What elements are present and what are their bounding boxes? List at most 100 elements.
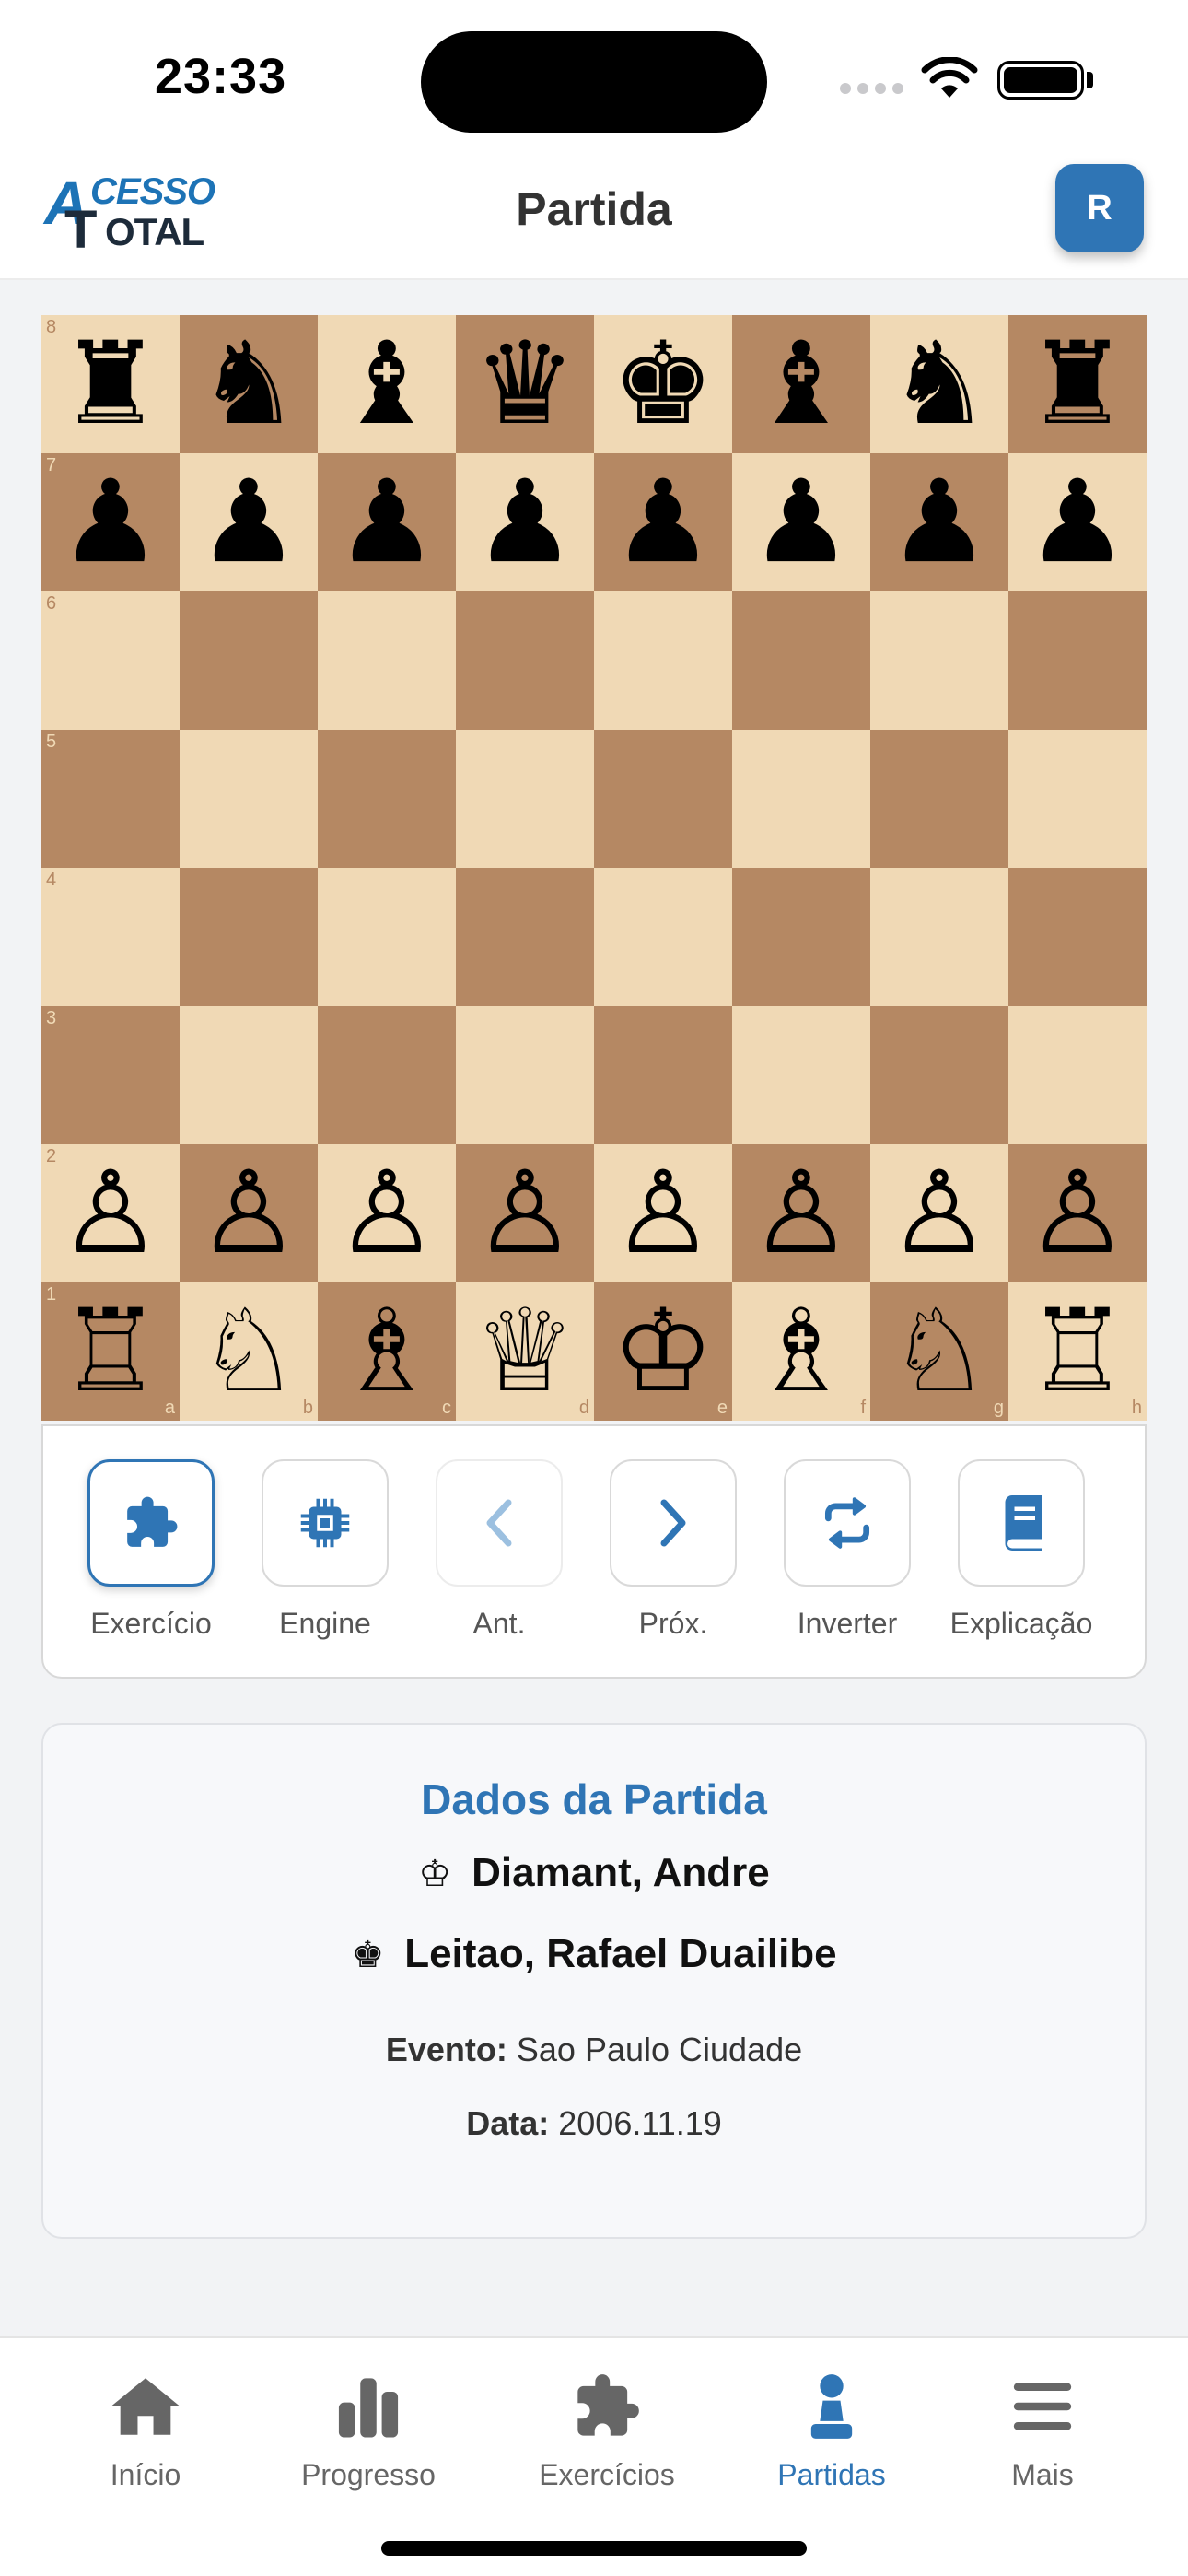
tab-more[interactable]: Mais (932, 2360, 1153, 2492)
square-h4[interactable] (1008, 868, 1147, 1006)
explanation-button[interactable] (958, 1459, 1085, 1587)
square-g3[interactable] (870, 1006, 1008, 1144)
chess-piece[interactable]: ♙ (888, 1156, 990, 1270)
square-f7[interactable]: ♟ (732, 453, 870, 591)
square-g8[interactable]: ♞ (870, 315, 1008, 453)
square-a3[interactable]: 3 (41, 1006, 180, 1144)
chess-piece[interactable]: ♘ (888, 1294, 990, 1409)
chess-piece[interactable]: ♜ (59, 327, 161, 441)
chess-piece[interactable]: ♙ (335, 1156, 437, 1270)
square-f2[interactable]: ♙ (732, 1144, 870, 1282)
square-a1[interactable]: ♖ 1 a (41, 1282, 180, 1421)
flip-control[interactable]: Inverter (760, 1459, 935, 1641)
square-h3[interactable] (1008, 1006, 1147, 1144)
square-e7[interactable]: ♟ (594, 453, 732, 591)
square-d3[interactable] (456, 1006, 594, 1144)
square-g2[interactable]: ♙ (870, 1144, 1008, 1282)
square-c3[interactable] (318, 1006, 456, 1144)
previous-move-button[interactable] (436, 1459, 563, 1587)
square-b8[interactable]: ♞ (180, 315, 318, 453)
square-d1[interactable]: ♕ d (456, 1282, 594, 1421)
square-e8[interactable]: ♚ (594, 315, 732, 453)
user-avatar-button[interactable]: R (1055, 164, 1144, 252)
square-a8[interactable]: ♜ 8 (41, 315, 180, 453)
square-e3[interactable] (594, 1006, 732, 1144)
exercise-button[interactable] (87, 1459, 215, 1587)
square-a7[interactable]: ♟ 7 (41, 453, 180, 591)
square-a6[interactable]: 6 (41, 591, 180, 730)
square-h5[interactable] (1008, 730, 1147, 868)
square-e2[interactable]: ♙ (594, 1144, 732, 1282)
chess-piece[interactable]: ♙ (1026, 1156, 1128, 1270)
chess-piece[interactable]: ♙ (750, 1156, 852, 1270)
square-f4[interactable] (732, 868, 870, 1006)
chess-piece[interactable]: ♕ (473, 1294, 576, 1409)
square-d4[interactable] (456, 868, 594, 1006)
chess-piece[interactable]: ♔ (611, 1294, 714, 1409)
square-e1[interactable]: ♔ e (594, 1282, 732, 1421)
square-b6[interactable] (180, 591, 318, 730)
tab-games[interactable]: Partidas (721, 2360, 942, 2492)
chess-piece[interactable]: ♙ (473, 1156, 576, 1270)
previous-control[interactable]: Ant. (412, 1459, 587, 1641)
chess-board[interactable]: ♜ 8 ♞ ♝ ♛ ♚ ♝ ♞ ♜ ♟ 7 ♟ ♟ ♟ ♟ ♟ ♟ ♟ 6 5 4 3 ♙ 2 ♙ ♙ ♙ ♙ ♙ ♙ ♙ ♖ 1 a ♘ b ♗ c ♕ d… (41, 315, 1147, 1421)
square-d6[interactable] (456, 591, 594, 730)
engine-button[interactable] (262, 1459, 389, 1587)
square-c5[interactable] (318, 730, 456, 868)
square-b1[interactable]: ♘ b (180, 1282, 318, 1421)
square-h6[interactable] (1008, 591, 1147, 730)
next-move-button[interactable] (610, 1459, 737, 1587)
square-e4[interactable] (594, 868, 732, 1006)
square-g1[interactable]: ♘ g (870, 1282, 1008, 1421)
chess-piece[interactable]: ♜ (1026, 327, 1128, 441)
square-c4[interactable] (318, 868, 456, 1006)
chess-piece[interactable]: ♗ (335, 1294, 437, 1409)
square-a4[interactable]: 4 (41, 868, 180, 1006)
square-d5[interactable] (456, 730, 594, 868)
square-e6[interactable] (594, 591, 732, 730)
tab-progress[interactable]: Progresso (258, 2360, 479, 2492)
next-control[interactable]: Próx. (586, 1459, 761, 1641)
chess-piece[interactable]: ♟ (888, 465, 990, 580)
square-h7[interactable]: ♟ (1008, 453, 1147, 591)
square-f8[interactable]: ♝ (732, 315, 870, 453)
square-g6[interactable] (870, 591, 1008, 730)
square-e5[interactable] (594, 730, 732, 868)
square-b5[interactable] (180, 730, 318, 868)
chess-piece[interactable]: ♟ (59, 465, 161, 580)
square-c7[interactable]: ♟ (318, 453, 456, 591)
chess-piece[interactable]: ♟ (611, 465, 714, 580)
square-c2[interactable]: ♙ (318, 1144, 456, 1282)
chess-piece[interactable]: ♟ (473, 465, 576, 580)
square-d2[interactable]: ♙ (456, 1144, 594, 1282)
chess-piece[interactable]: ♗ (750, 1294, 852, 1409)
tab-home[interactable]: Início (35, 2360, 256, 2492)
tab-exercises[interactable]: Exercícios (496, 2360, 717, 2492)
chess-piece[interactable]: ♖ (1026, 1294, 1128, 1409)
square-f6[interactable] (732, 591, 870, 730)
square-d8[interactable]: ♛ (456, 315, 594, 453)
explanation-control[interactable]: Explicação (934, 1459, 1109, 1641)
chess-piece[interactable]: ♟ (335, 465, 437, 580)
square-b2[interactable]: ♙ (180, 1144, 318, 1282)
square-a5[interactable]: 5 (41, 730, 180, 868)
square-c1[interactable]: ♗ c (318, 1282, 456, 1421)
square-h2[interactable]: ♙ (1008, 1144, 1147, 1282)
chess-piece[interactable]: ♙ (59, 1156, 161, 1270)
chess-piece[interactable]: ♟ (197, 465, 299, 580)
square-d7[interactable]: ♟ (456, 453, 594, 591)
chess-piece[interactable]: ♘ (197, 1294, 299, 1409)
square-g7[interactable]: ♟ (870, 453, 1008, 591)
square-f1[interactable]: ♗ f (732, 1282, 870, 1421)
chess-piece[interactable]: ♖ (59, 1294, 161, 1409)
square-b3[interactable] (180, 1006, 318, 1144)
square-h8[interactable]: ♜ (1008, 315, 1147, 453)
exercise-control[interactable]: Exercício (64, 1459, 239, 1641)
square-c8[interactable]: ♝ (318, 315, 456, 453)
square-g4[interactable] (870, 868, 1008, 1006)
chess-piece[interactable]: ♞ (888, 327, 990, 441)
square-g5[interactable] (870, 730, 1008, 868)
square-h1[interactable]: ♖ h (1008, 1282, 1147, 1421)
chess-piece[interactable]: ♝ (335, 327, 437, 441)
square-b7[interactable]: ♟ (180, 453, 318, 591)
